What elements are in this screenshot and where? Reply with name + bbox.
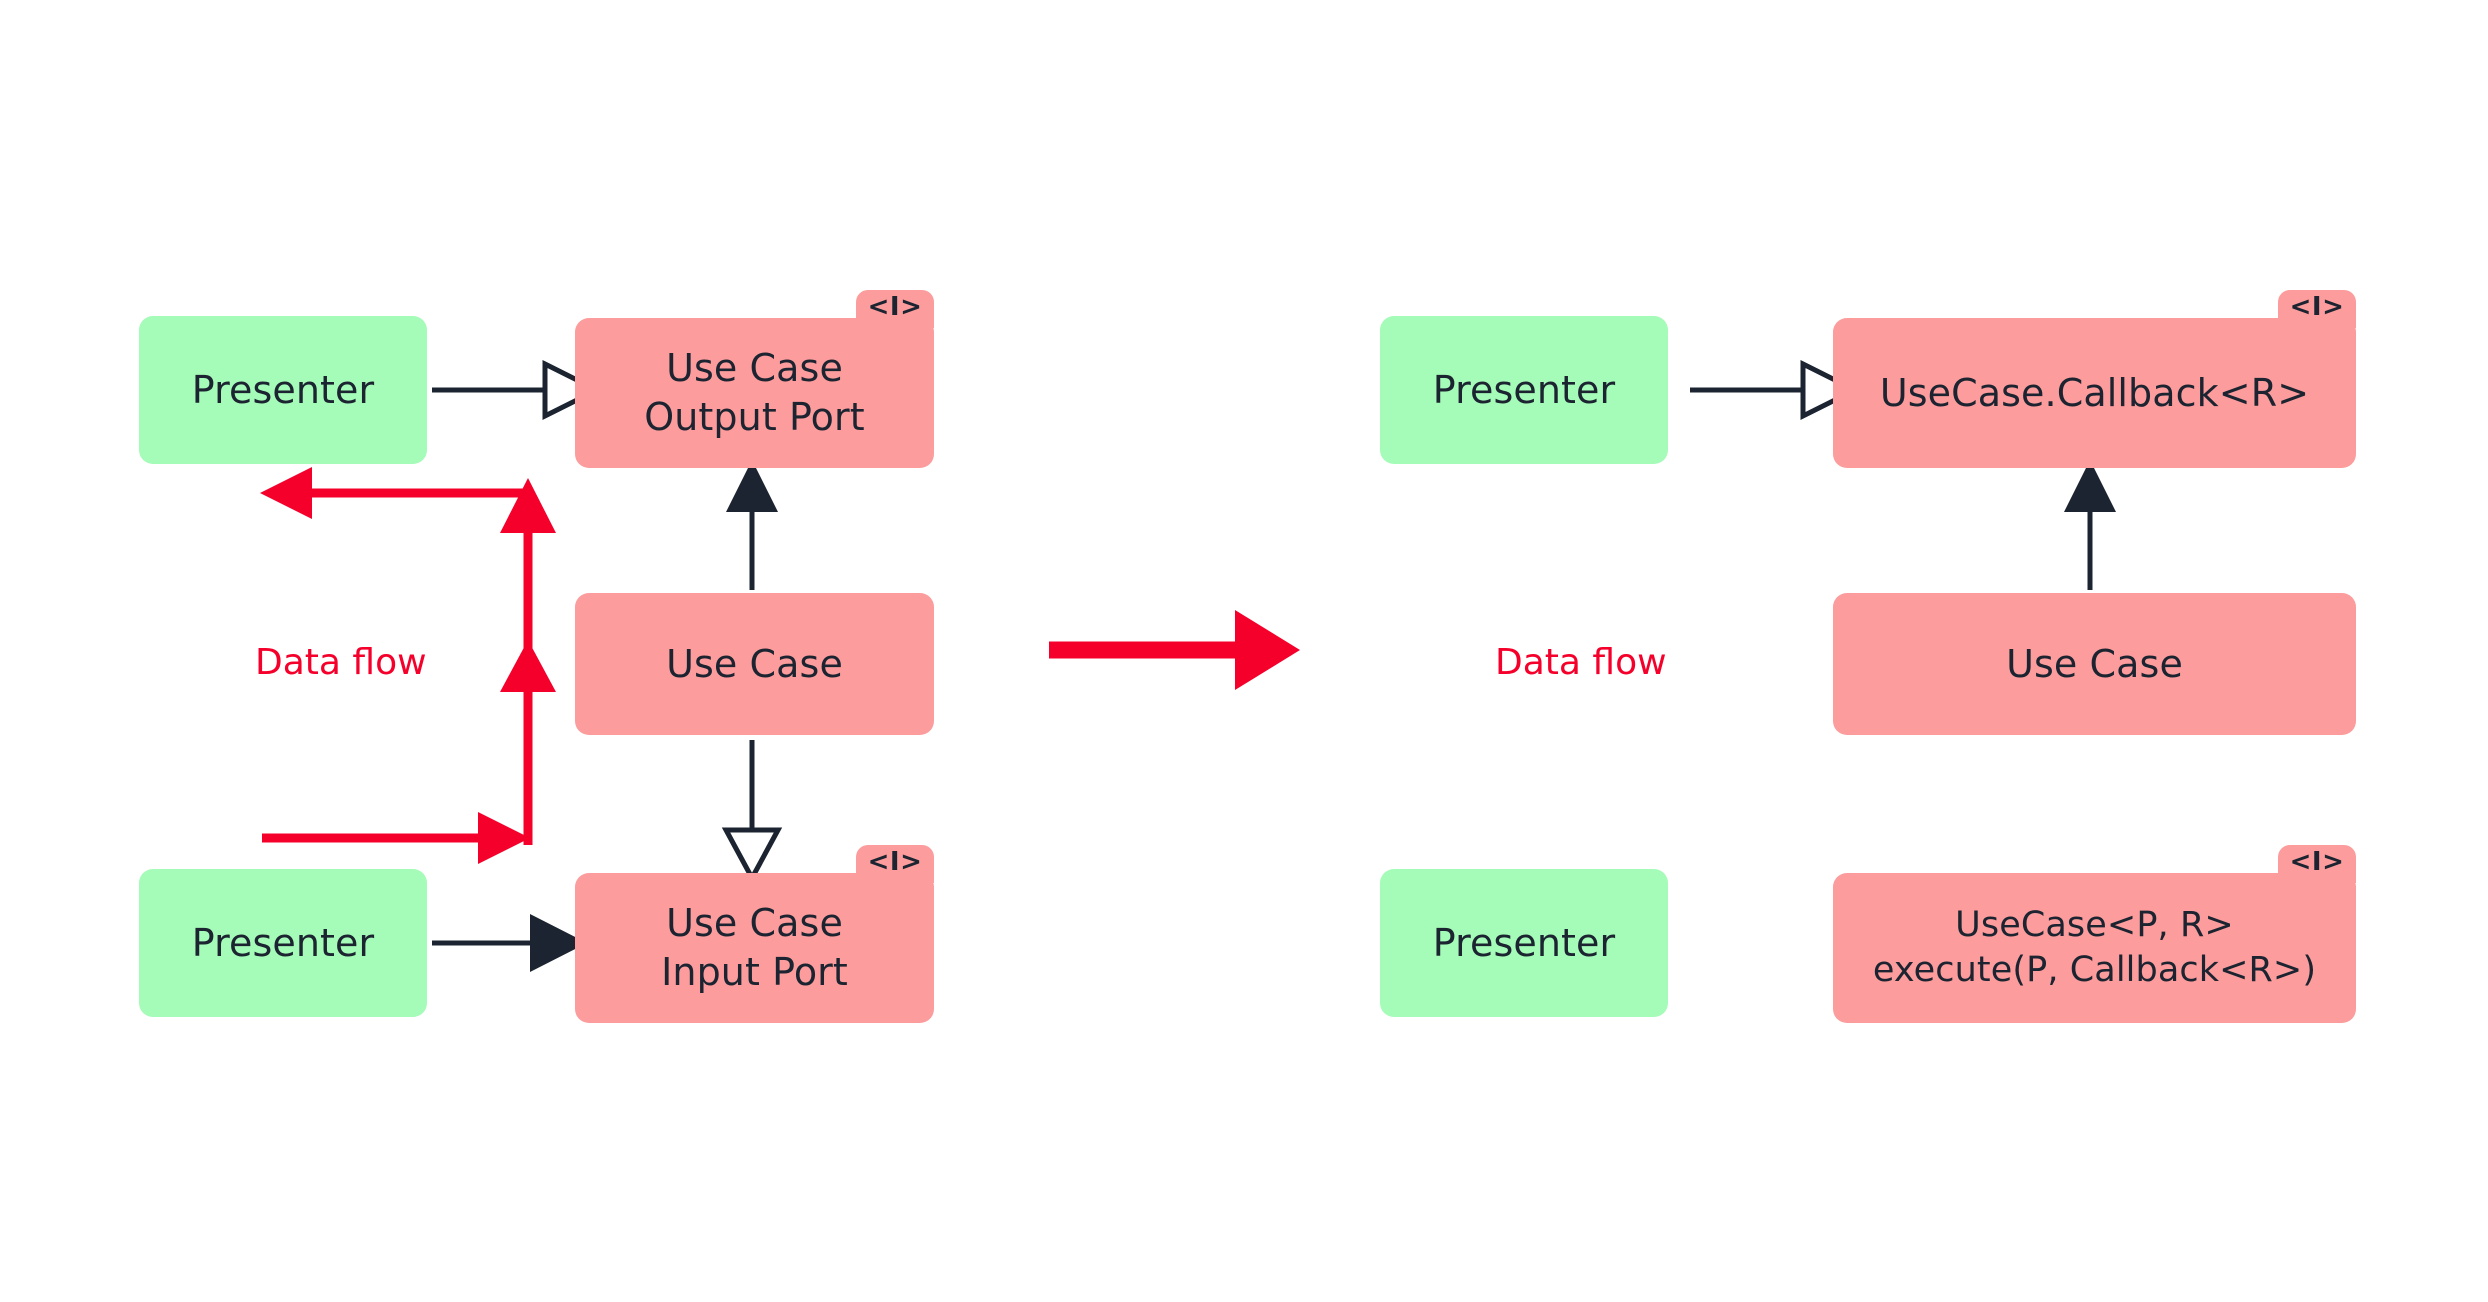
diagram-canvas: Output Port : hollow open triangle (real… xyxy=(0,0,2488,1302)
right-presenter-top-label: Presenter xyxy=(1432,367,1616,412)
right-presenter-to-callback-arrow xyxy=(1690,359,1861,421)
left-presenter-to-input-port-arrow xyxy=(432,914,587,972)
left-usecase-to-output-port-arrow xyxy=(726,460,778,590)
right-presenter-bottom-label: Presenter xyxy=(1432,920,1616,965)
left-presenter-bottom-box[interactable]: Presenter xyxy=(139,869,427,1017)
right-callback-box[interactable]: UseCase.Callback<R> xyxy=(1833,318,2356,468)
refactor-transition-arrow xyxy=(1049,610,1300,690)
right-presenter-bottom-box[interactable]: Presenter xyxy=(1380,869,1668,1017)
left-presenter-bottom-label: Presenter xyxy=(191,920,375,965)
left-input-port-box[interactable]: Use Case Input Port xyxy=(575,873,934,1023)
left-usecase-to-input-port-arrow xyxy=(721,740,783,884)
right-usecase-to-callback-arrow xyxy=(2064,460,2116,590)
right-callback-label: UseCase.Callback<R> xyxy=(1879,370,2310,415)
left-input-port-label: Use Case Input Port xyxy=(661,901,848,994)
left-presenter-to-output-port-arrow xyxy=(432,359,603,421)
right-usecase-interface-box[interactable]: UseCase<P, R> execute(P, Callback<R>) xyxy=(1833,873,2356,1023)
left-output-port-box[interactable]: Use Case Output Port xyxy=(575,318,934,468)
left-use-case-label: Use Case xyxy=(666,641,843,686)
left-data-flow-label: Data flow xyxy=(255,642,427,683)
right-usecase-interface-label: UseCase<P, R> execute(P, Callback<R>) xyxy=(1872,905,2317,990)
left-presenter-top-label: Presenter xyxy=(191,367,375,412)
right-use-case-label: Use Case xyxy=(2006,641,2183,686)
left-use-case-box[interactable]: Use Case xyxy=(575,593,934,735)
left-presenter-top-box[interactable]: Presenter xyxy=(139,316,427,464)
right-data-flow-label: Data flow xyxy=(1495,642,1667,683)
left-output-port-label: Use Case Output Port xyxy=(644,346,865,439)
right-presenter-top-box[interactable]: Presenter xyxy=(1380,316,1668,464)
right-use-case-box[interactable]: Use Case xyxy=(1833,593,2356,735)
